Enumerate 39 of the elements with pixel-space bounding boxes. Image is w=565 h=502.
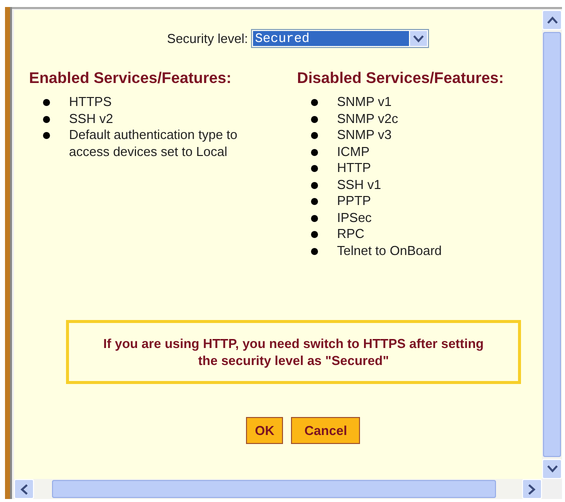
bullet-icon — [311, 231, 318, 238]
list-item: IPSec — [337, 210, 373, 226]
security-level-dropdown[interactable]: Secured — [250, 29, 429, 48]
notice-message: If you are using HTTP, you need switch to HTTPS after setting the security level as "Secured" — [66, 320, 521, 384]
bullet-icon — [311, 182, 318, 188]
list-item: SNMP v2c — [337, 110, 400, 127]
bullet-icon — [311, 165, 318, 172]
chevron-up-icon — [546, 16, 558, 24]
list-item: HTTPS — [69, 94, 113, 110]
bullet-icon — [43, 132, 50, 139]
bullet-icon — [311, 132, 318, 139]
chevron-down-icon — [546, 465, 558, 473]
list-item: SNMP v3 — [337, 127, 393, 144]
bullet-icon — [311, 198, 318, 205]
list-item: PPTP — [337, 193, 372, 210]
cancel-button[interactable]: Cancel — [291, 417, 360, 444]
list-item: SSH v1 — [337, 176, 382, 193]
chevron-right-icon — [528, 484, 536, 494]
bullet-icon — [311, 148, 318, 156]
bullet-icon — [311, 116, 318, 122]
list-item: ICMP — [337, 144, 370, 160]
bullet-icon — [311, 214, 318, 222]
security-level-label: Security level: — [167, 31, 248, 46]
section-heading: Disabled Services/Features: — [297, 70, 505, 88]
list-item: SSH v2 — [69, 110, 114, 127]
list-item: HTTP — [337, 160, 372, 176]
chevron-down-icon — [412, 34, 424, 42]
ok-button[interactable]: OK — [246, 417, 284, 444]
bullet-icon — [43, 116, 50, 122]
list-item: Telnet to OnBoard — [337, 242, 443, 259]
bullet-icon — [43, 99, 50, 106]
bullet-icon — [311, 99, 318, 106]
list-item: Default authentication type to access devices set to Local — [69, 127, 238, 160]
chevron-left-icon — [20, 484, 28, 494]
list-item: RPC — [337, 226, 366, 242]
section-heading: Enabled Services/Features: — [29, 70, 232, 88]
list-item: SNMP v1 — [337, 94, 393, 110]
bullet-icon — [311, 248, 318, 254]
vertical-scrollbar[interactable] — [542, 10, 562, 479]
